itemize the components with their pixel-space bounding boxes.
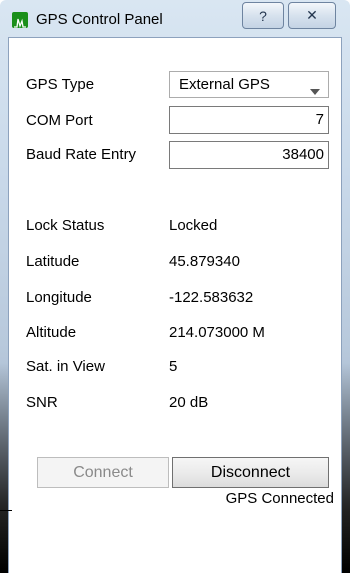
lock-status-value: Locked bbox=[169, 217, 218, 234]
sat-in-view-value: 5 bbox=[169, 358, 178, 375]
window-edge-left bbox=[0, 363, 8, 573]
com-port-input[interactable]: 7 bbox=[169, 106, 329, 134]
chevron-down-icon bbox=[310, 82, 320, 99]
gps-type-select[interactable]: External GPS bbox=[169, 71, 329, 98]
gps-type-value: External GPS bbox=[179, 76, 270, 93]
lock-status-label: Lock Status bbox=[26, 217, 105, 234]
snr-value: 20 dB bbox=[169, 394, 209, 411]
window-title: GPS Control Panel bbox=[36, 11, 163, 28]
disconnect-button[interactable]: Disconnect bbox=[172, 457, 329, 488]
longitude-label: Longitude bbox=[26, 289, 92, 306]
help-button[interactable]: ? bbox=[242, 2, 284, 29]
baud-rate-label: Baud Rate Entry bbox=[26, 146, 137, 163]
sat-in-view-label: Sat. in View bbox=[26, 358, 105, 375]
close-button[interactable]: ✕ bbox=[288, 2, 336, 29]
latitude-label: Latitude bbox=[26, 253, 80, 270]
divider-line bbox=[0, 510, 12, 511]
snr-label: SNR bbox=[26, 394, 58, 411]
gps-type-label: GPS Type bbox=[26, 76, 95, 93]
connect-button[interactable]: Connect bbox=[37, 457, 169, 488]
connection-status-text: GPS Connected bbox=[225, 490, 334, 507]
com-port-label: COM Port bbox=[26, 112, 93, 129]
altitude-label: Altitude bbox=[26, 324, 77, 341]
baud-rate-input[interactable]: 38400 bbox=[169, 141, 329, 169]
gps-control-panel-window: GPS Control Panel ? ✕ GPS Type External … bbox=[0, 0, 350, 573]
window-edge-right bbox=[342, 363, 350, 573]
title-bar[interactable]: GPS Control Panel ? ✕ bbox=[0, 0, 350, 36]
longitude-value: -122.583632 bbox=[169, 289, 254, 306]
altitude-value: 214.073000 M bbox=[169, 324, 265, 341]
latitude-value: 45.879340 bbox=[169, 253, 240, 270]
client-area: GPS Type External GPS COM Port 7 Baud Ra… bbox=[8, 37, 342, 573]
app-signal-icon bbox=[12, 12, 28, 28]
